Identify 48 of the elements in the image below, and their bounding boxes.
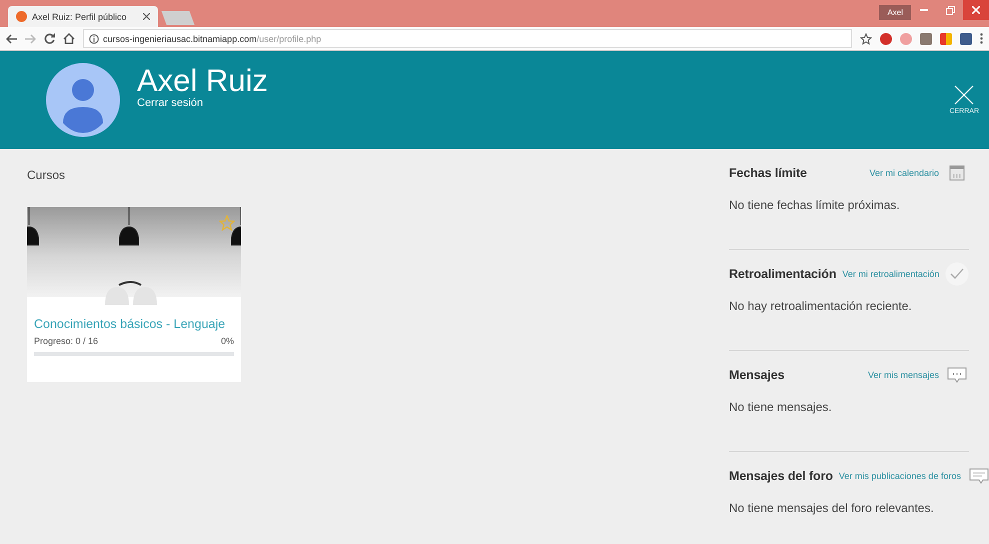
progress-percent: 0%	[220, 336, 234, 346]
block-message: No tiene mensajes.	[729, 400, 833, 414]
site-favicon-icon	[16, 11, 27, 22]
participants-icon	[103, 281, 159, 305]
block-message: No tiene fechas límite próximas.	[729, 198, 901, 212]
close-tab-icon[interactable]	[143, 13, 150, 20]
restore-icon	[946, 6, 954, 14]
menu-icon[interactable]	[980, 33, 983, 44]
block-message: No tiene mensajes del foro relevantes.	[729, 501, 935, 515]
extension-icon[interactable]	[920, 32, 932, 44]
info-icon	[89, 34, 99, 44]
block-message: No hay retroalimentación reciente.	[729, 299, 913, 313]
extension-icon[interactable]	[960, 32, 972, 44]
block-title: Mensajes del foro	[729, 469, 833, 483]
progress-text: Progreso: 0 / 16	[34, 336, 98, 346]
url-text: cursos-ingenieriausac.bitnamiapp.com/user/profile.php	[103, 34, 322, 44]
extension-icon[interactable]	[940, 32, 952, 44]
star-icon[interactable]	[860, 32, 872, 44]
browser-tab[interactable]: Axel Ruiz: Perfil público	[8, 6, 158, 27]
comment-icon	[968, 468, 989, 484]
course-name[interactable]: Conocimientos básicos - Lenguaje	[34, 317, 226, 331]
block-title: Fechas límite	[729, 166, 808, 180]
star-icon[interactable]	[219, 215, 235, 231]
block-title: Retroalimentación	[729, 267, 836, 281]
calendar-icon	[949, 165, 965, 181]
course-card[interactable]: Conocimientos básicos - Lenguaje Progreso: 0 / 16 0%	[27, 207, 241, 382]
lamp-icon	[119, 207, 139, 247]
close-icon	[972, 6, 980, 14]
user-name: Axel Ruiz	[137, 65, 268, 97]
extension-icon[interactable]	[880, 32, 892, 44]
check-icon	[945, 262, 970, 286]
minimize-icon	[920, 9, 928, 11]
avatar-icon	[46, 63, 120, 137]
section-title: Cursos	[27, 168, 66, 182]
chat-icon	[947, 367, 967, 383]
block-link[interactable]: Ver mis mensajes	[868, 370, 939, 380]
address-bar[interactable]: cursos-ingenieriausac.bitnamiapp.com/user/profile.php	[83, 29, 852, 48]
block-link[interactable]: Ver mi calendario	[869, 168, 939, 178]
block-link[interactable]: Ver mis publicaciones de foros	[838, 471, 961, 481]
block-title: Mensajes	[729, 368, 786, 382]
reload-icon[interactable]	[44, 33, 55, 44]
close-icon	[954, 85, 974, 105]
home-icon[interactable]	[63, 33, 75, 44]
close-window-button[interactable]	[963, 0, 989, 20]
back-icon[interactable]	[6, 34, 17, 44]
logout-link[interactable]: Cerrar sesión	[137, 97, 268, 109]
profile-badge[interactable]: Axel	[879, 5, 911, 20]
block-link[interactable]: Ver mi retroalimentación	[842, 269, 940, 279]
